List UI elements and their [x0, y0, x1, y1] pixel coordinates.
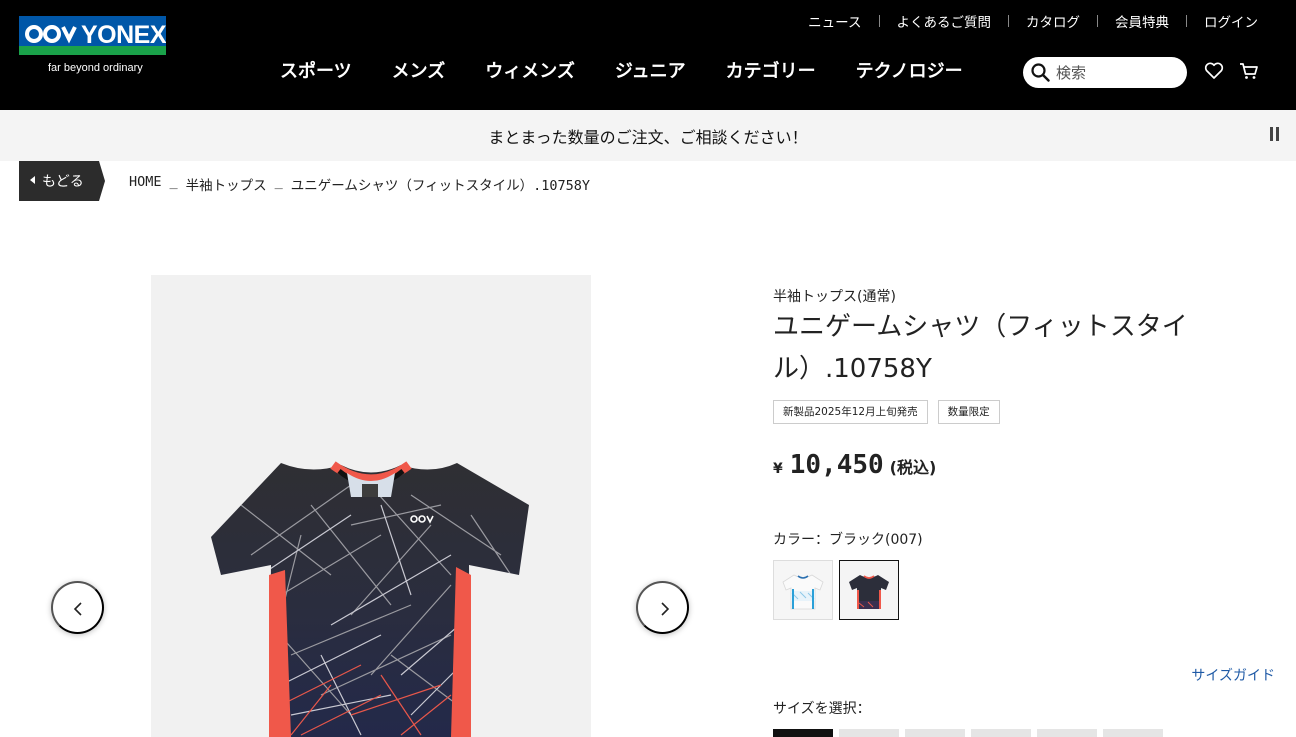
divider — [1097, 15, 1098, 27]
size-option[interactable] — [971, 729, 1031, 737]
heart-icon[interactable] — [1203, 60, 1225, 82]
badge-new-release: 新製品2025年12月上旬発売 — [773, 400, 928, 424]
gallery-prev-button[interactable] — [51, 581, 104, 634]
product-image-gallery[interactable] — [151, 275, 591, 737]
breadcrumb-home[interactable]: HOME — [129, 174, 162, 194]
pause-icon[interactable] — [1268, 127, 1280, 141]
logo-box: YONEX — [19, 16, 166, 55]
nav-item-mens[interactable]: メンズ — [392, 57, 446, 83]
logo-tagline: far beyond ordinary — [48, 62, 143, 74]
caret-left-icon — [30, 176, 35, 184]
size-options — [773, 729, 1169, 737]
badge-limited: 数量限定 — [937, 400, 1000, 424]
cart-icon[interactable] — [1238, 60, 1260, 82]
util-link-login[interactable]: ログイン — [1204, 11, 1258, 31]
nav-item-womens[interactable]: ウィメンズ — [485, 57, 575, 83]
utility-nav: ニュース よくあるご質問 カタログ 会員特典 ログイン — [808, 11, 1258, 31]
nav-item-technology[interactable]: テクノロジー — [856, 57, 963, 83]
breadcrumb: HOME _ 半袖トップス _ ユニゲームシャツ（フィットスタイル）.10758… — [129, 174, 590, 194]
breadcrumb-category[interactable]: 半袖トップス — [186, 174, 267, 194]
util-link-faq[interactable]: よくあるご質問 — [897, 11, 992, 31]
main-nav: スポーツ メンズ ウィメンズ ジュニア カテゴリー テクノロジー — [280, 57, 1003, 83]
nav-item-category[interactable]: カテゴリー — [726, 57, 816, 83]
search-icon[interactable] — [1031, 63, 1050, 82]
divider — [878, 15, 880, 27]
size-option[interactable] — [1037, 729, 1097, 737]
back-button[interactable]: もどる — [19, 161, 105, 201]
breadcrumb-separator: _ — [274, 174, 283, 190]
size-select-label: サイズを選択： — [773, 701, 871, 717]
logo-brand: YONEX — [81, 21, 166, 49]
size-option[interactable] — [1103, 729, 1163, 737]
yonex-mark-icon — [25, 25, 77, 44]
chevron-left-icon — [73, 602, 82, 616]
gallery-next-button[interactable] — [636, 581, 689, 634]
nav-item-junior[interactable]: ジュニア — [615, 57, 686, 83]
product-badges: 新製品2025年12月上旬発売 数量限定 — [773, 400, 1010, 424]
util-link-member-benefits[interactable]: 会員特典 — [1115, 11, 1169, 31]
search-input[interactable] — [1056, 62, 1176, 83]
announcement-text[interactable]: まとまった数量のご注文、ご相談ください！ — [0, 124, 1296, 148]
black-shirt-thumbnail — [840, 561, 898, 619]
color-swatch-black[interactable] — [839, 560, 899, 620]
back-button-label: もどる — [42, 174, 84, 190]
product-category: 半袖トップス(通常) — [773, 289, 896, 305]
product-price: ¥ 10,450 (税込) — [773, 450, 936, 480]
announcement-bar: まとまった数量のご注文、ご相談ください！ — [0, 110, 1296, 161]
price-currency: ¥ — [773, 461, 783, 477]
yonex-logo[interactable]: YONEX far beyond ordinary — [19, 16, 166, 80]
util-link-catalog[interactable]: カタログ — [1026, 11, 1080, 31]
breadcrumb-current: ユニゲームシャツ（フィットスタイル）.10758Y — [290, 178, 591, 194]
chevron-right-icon — [661, 602, 670, 616]
util-link-news[interactable]: ニュース — [808, 11, 861, 31]
color-swatch-white[interactable] — [773, 560, 833, 620]
size-option[interactable] — [839, 729, 899, 737]
white-shirt-thumbnail — [774, 561, 832, 619]
divider — [1008, 15, 1009, 27]
site-header: YONEX far beyond ordinary ニュース よくあるご質問 カ… — [0, 0, 1296, 110]
product-title: ユニゲームシャツ（フィットスタイル）.10758Y — [773, 312, 1188, 384]
price-amount: 10,450 — [789, 450, 884, 480]
divider — [1186, 15, 1187, 27]
size-option[interactable] — [905, 729, 965, 737]
search-box[interactable] — [1023, 57, 1187, 88]
breadcrumb-separator: _ — [169, 174, 178, 190]
price-tax-note: (税込) — [889, 458, 937, 477]
color-label: カラー：ブラック(007) — [773, 532, 923, 548]
size-guide-link[interactable]: サイズガイド — [1191, 665, 1275, 685]
nav-item-sports[interactable]: スポーツ — [280, 57, 352, 83]
product-image — [211, 461, 529, 737]
size-option[interactable] — [773, 729, 833, 737]
